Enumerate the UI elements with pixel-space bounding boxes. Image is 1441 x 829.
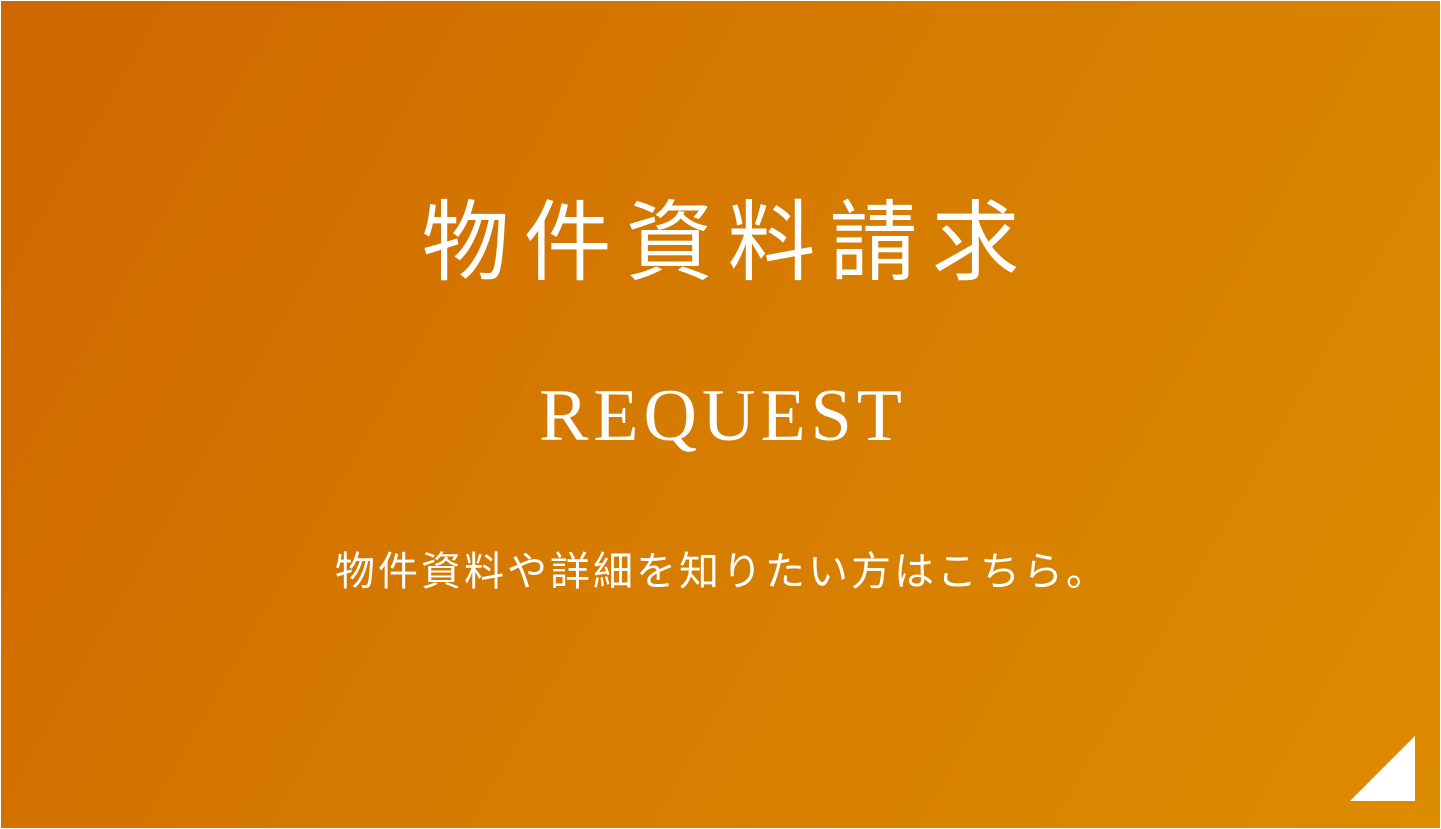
banner-title: 物件資料請求: [421, 191, 1034, 294]
request-banner-link[interactable]: 物件資料請求 REQUEST 物件資料や詳細を知りたい方はこちら。: [1, 1, 1440, 828]
corner-triangle-arrow-icon: [1350, 736, 1415, 801]
banner-description: 物件資料や詳細を知りたい方はこちら。: [335, 549, 1109, 595]
banner-subtitle: REQUEST: [539, 375, 907, 457]
